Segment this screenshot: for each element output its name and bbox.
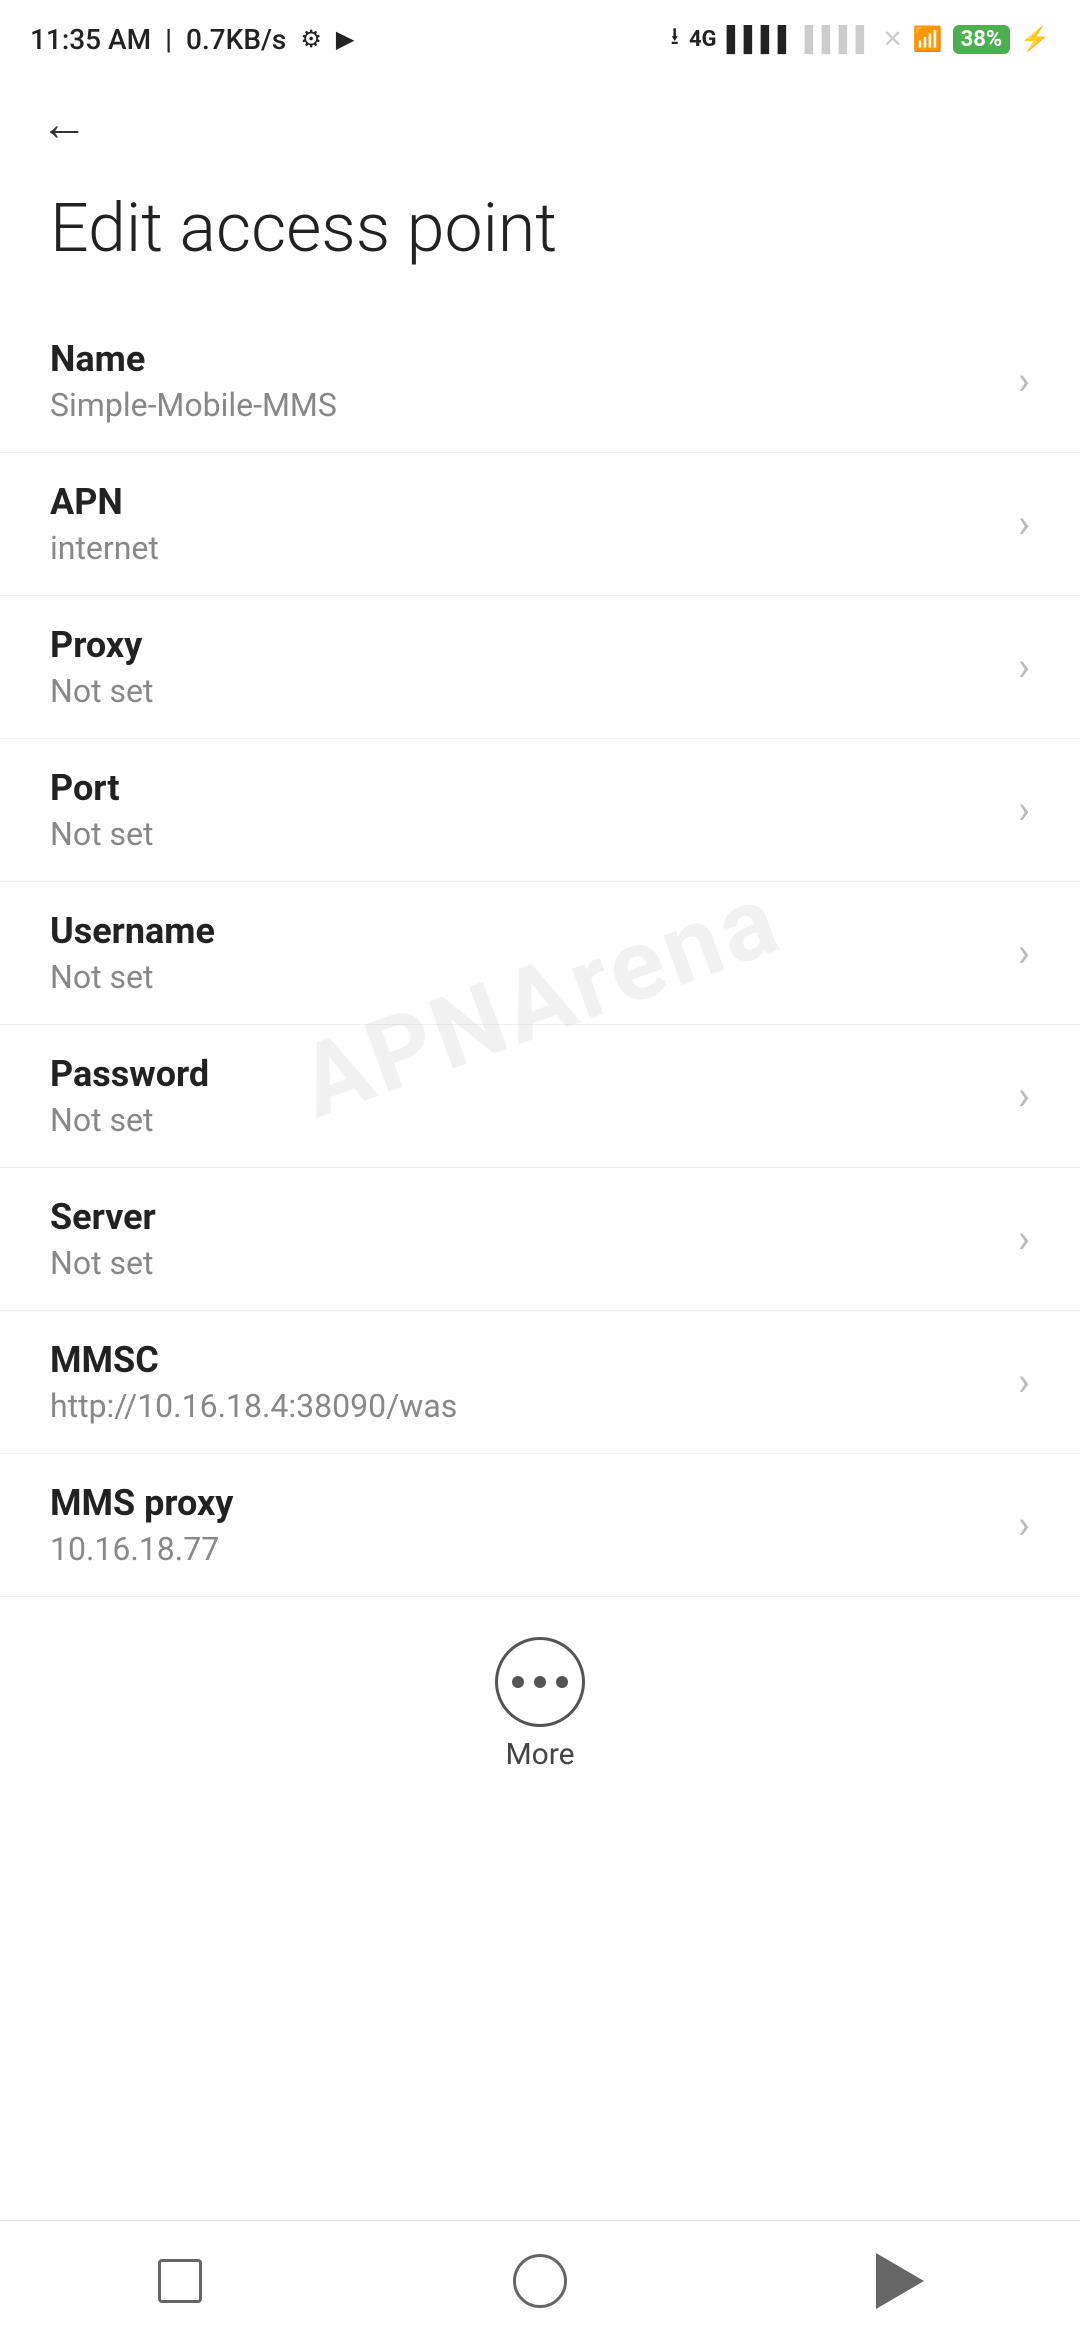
- settings-item-apn-content: APN internet: [50, 481, 998, 567]
- settings-item-proxy-content: Proxy Not set: [50, 624, 998, 710]
- battery-indicator: 38 %: [953, 25, 1011, 54]
- chevron-right-icon-mms-proxy: ›: [1018, 1501, 1030, 1548]
- settings-item-name[interactable]: Name Simple-Mobile-MMS ›: [0, 310, 1080, 453]
- chevron-right-icon-port: ›: [1018, 786, 1030, 833]
- settings-value-password: Not set: [50, 1101, 998, 1139]
- settings-item-mmsc-content: MMSC http://10.16.18.4:38090/was: [50, 1339, 998, 1425]
- settings-item-name-content: Name Simple-Mobile-MMS: [50, 338, 998, 424]
- settings-item-port[interactable]: Port Not set ›: [0, 739, 1080, 882]
- settings-item-apn[interactable]: APN internet ›: [0, 453, 1080, 596]
- settings-label-name: Name: [50, 338, 998, 380]
- more-circle-icon: [495, 1637, 585, 1727]
- settings-item-mmsc[interactable]: MMSC http://10.16.18.4:38090/was ›: [0, 1311, 1080, 1454]
- chevron-right-icon-password: ›: [1018, 1072, 1030, 1119]
- settings-label-server: Server: [50, 1196, 998, 1238]
- settings-item-password[interactable]: Password Not set ›: [0, 1025, 1080, 1168]
- settings-label-port: Port: [50, 767, 998, 809]
- video-icon: ▶: [336, 25, 354, 53]
- settings-value-username: Not set: [50, 958, 998, 996]
- settings-label-password: Password: [50, 1053, 998, 1095]
- nav-recent-button[interactable]: [120, 2241, 240, 2321]
- settings-item-proxy[interactable]: Proxy Not set ›: [0, 596, 1080, 739]
- settings-label-apn: APN: [50, 481, 998, 523]
- battery-percent: %: [986, 27, 1002, 52]
- bluetooth-icon: ⭳: [671, 19, 679, 60]
- settings-item-port-content: Port Not set: [50, 767, 998, 853]
- chevron-right-icon-apn: ›: [1018, 500, 1030, 547]
- settings-label-mms-proxy: MMS proxy: [50, 1482, 998, 1524]
- more-dot-2: [534, 1676, 546, 1688]
- signal-icon: ▌▌▌▌: [727, 25, 795, 54]
- status-time: 11:35 AM: [30, 23, 151, 56]
- more-dot-1: [512, 1676, 524, 1688]
- settings-item-server[interactable]: Server Not set ›: [0, 1168, 1080, 1311]
- page-title: Edit access point: [0, 168, 1080, 310]
- signal2-icon: ▌▌▌▌: [805, 25, 873, 54]
- chevron-right-icon-username: ›: [1018, 929, 1030, 976]
- settings-label-mmsc: MMSC: [50, 1339, 998, 1381]
- chevron-right-icon-proxy: ›: [1018, 643, 1030, 690]
- more-label: More: [505, 1737, 574, 1772]
- more-button[interactable]: More: [0, 1597, 1080, 1802]
- more-dots-icon: [512, 1676, 568, 1688]
- charging-icon: ⚡: [1020, 25, 1050, 53]
- home-icon: [513, 2254, 567, 2308]
- settings-icon: ⚙: [300, 25, 322, 53]
- back-button[interactable]: ←: [0, 70, 1080, 168]
- settings-item-password-content: Password Not set: [50, 1053, 998, 1139]
- back-icon: [876, 2253, 924, 2309]
- status-left: 11:35 AM | 0.7KB/s ⚙ ▶: [30, 23, 354, 56]
- chevron-right-icon-mmsc: ›: [1018, 1358, 1030, 1405]
- settings-value-apn: internet: [50, 529, 998, 567]
- 4g-icon: 4G: [689, 27, 717, 52]
- nav-home-button[interactable]: [480, 2241, 600, 2321]
- settings-value-server: Not set: [50, 1244, 998, 1282]
- status-speed: |: [165, 23, 172, 56]
- chevron-right-icon-server: ›: [1018, 1215, 1030, 1262]
- settings-label-username: Username: [50, 910, 998, 952]
- settings-item-server-content: Server Not set: [50, 1196, 998, 1282]
- back-arrow-icon: ←: [40, 95, 88, 152]
- settings-list: Name Simple-Mobile-MMS › APN internet › …: [0, 310, 1080, 1597]
- settings-value-proxy: Not set: [50, 672, 998, 710]
- settings-item-username-content: Username Not set: [50, 910, 998, 996]
- navigation-bar: [0, 2220, 1080, 2340]
- status-bar: 11:35 AM | 0.7KB/s ⚙ ▶ ⭳ 4G ▌▌▌▌ ▌▌▌▌ ✕ …: [0, 0, 1080, 70]
- nav-back-button[interactable]: [840, 2241, 960, 2321]
- battery-level: 38: [961, 27, 986, 52]
- settings-value-mmsc: http://10.16.18.4:38090/was: [50, 1387, 998, 1425]
- chevron-right-icon: ›: [1018, 357, 1030, 404]
- wifi-icon: 📶: [913, 25, 943, 53]
- settings-value-port: Not set: [50, 815, 998, 853]
- settings-item-mms-proxy-content: MMS proxy 10.16.18.77: [50, 1482, 998, 1568]
- no-signal-icon: ✕: [883, 25, 903, 53]
- settings-item-username[interactable]: Username Not set ›: [0, 882, 1080, 1025]
- settings-value-mms-proxy: 10.16.18.77: [50, 1530, 998, 1568]
- settings-label-proxy: Proxy: [50, 624, 998, 666]
- more-dot-3: [556, 1676, 568, 1688]
- recent-apps-icon: [158, 2259, 202, 2303]
- status-right: ⭳ 4G ▌▌▌▌ ▌▌▌▌ ✕ 📶 38 % ⚡: [671, 19, 1050, 60]
- settings-item-mms-proxy[interactable]: MMS proxy 10.16.18.77 ›: [0, 1454, 1080, 1597]
- status-network-speed: 0.7KB/s: [186, 23, 286, 56]
- settings-value-name: Simple-Mobile-MMS: [50, 386, 998, 424]
